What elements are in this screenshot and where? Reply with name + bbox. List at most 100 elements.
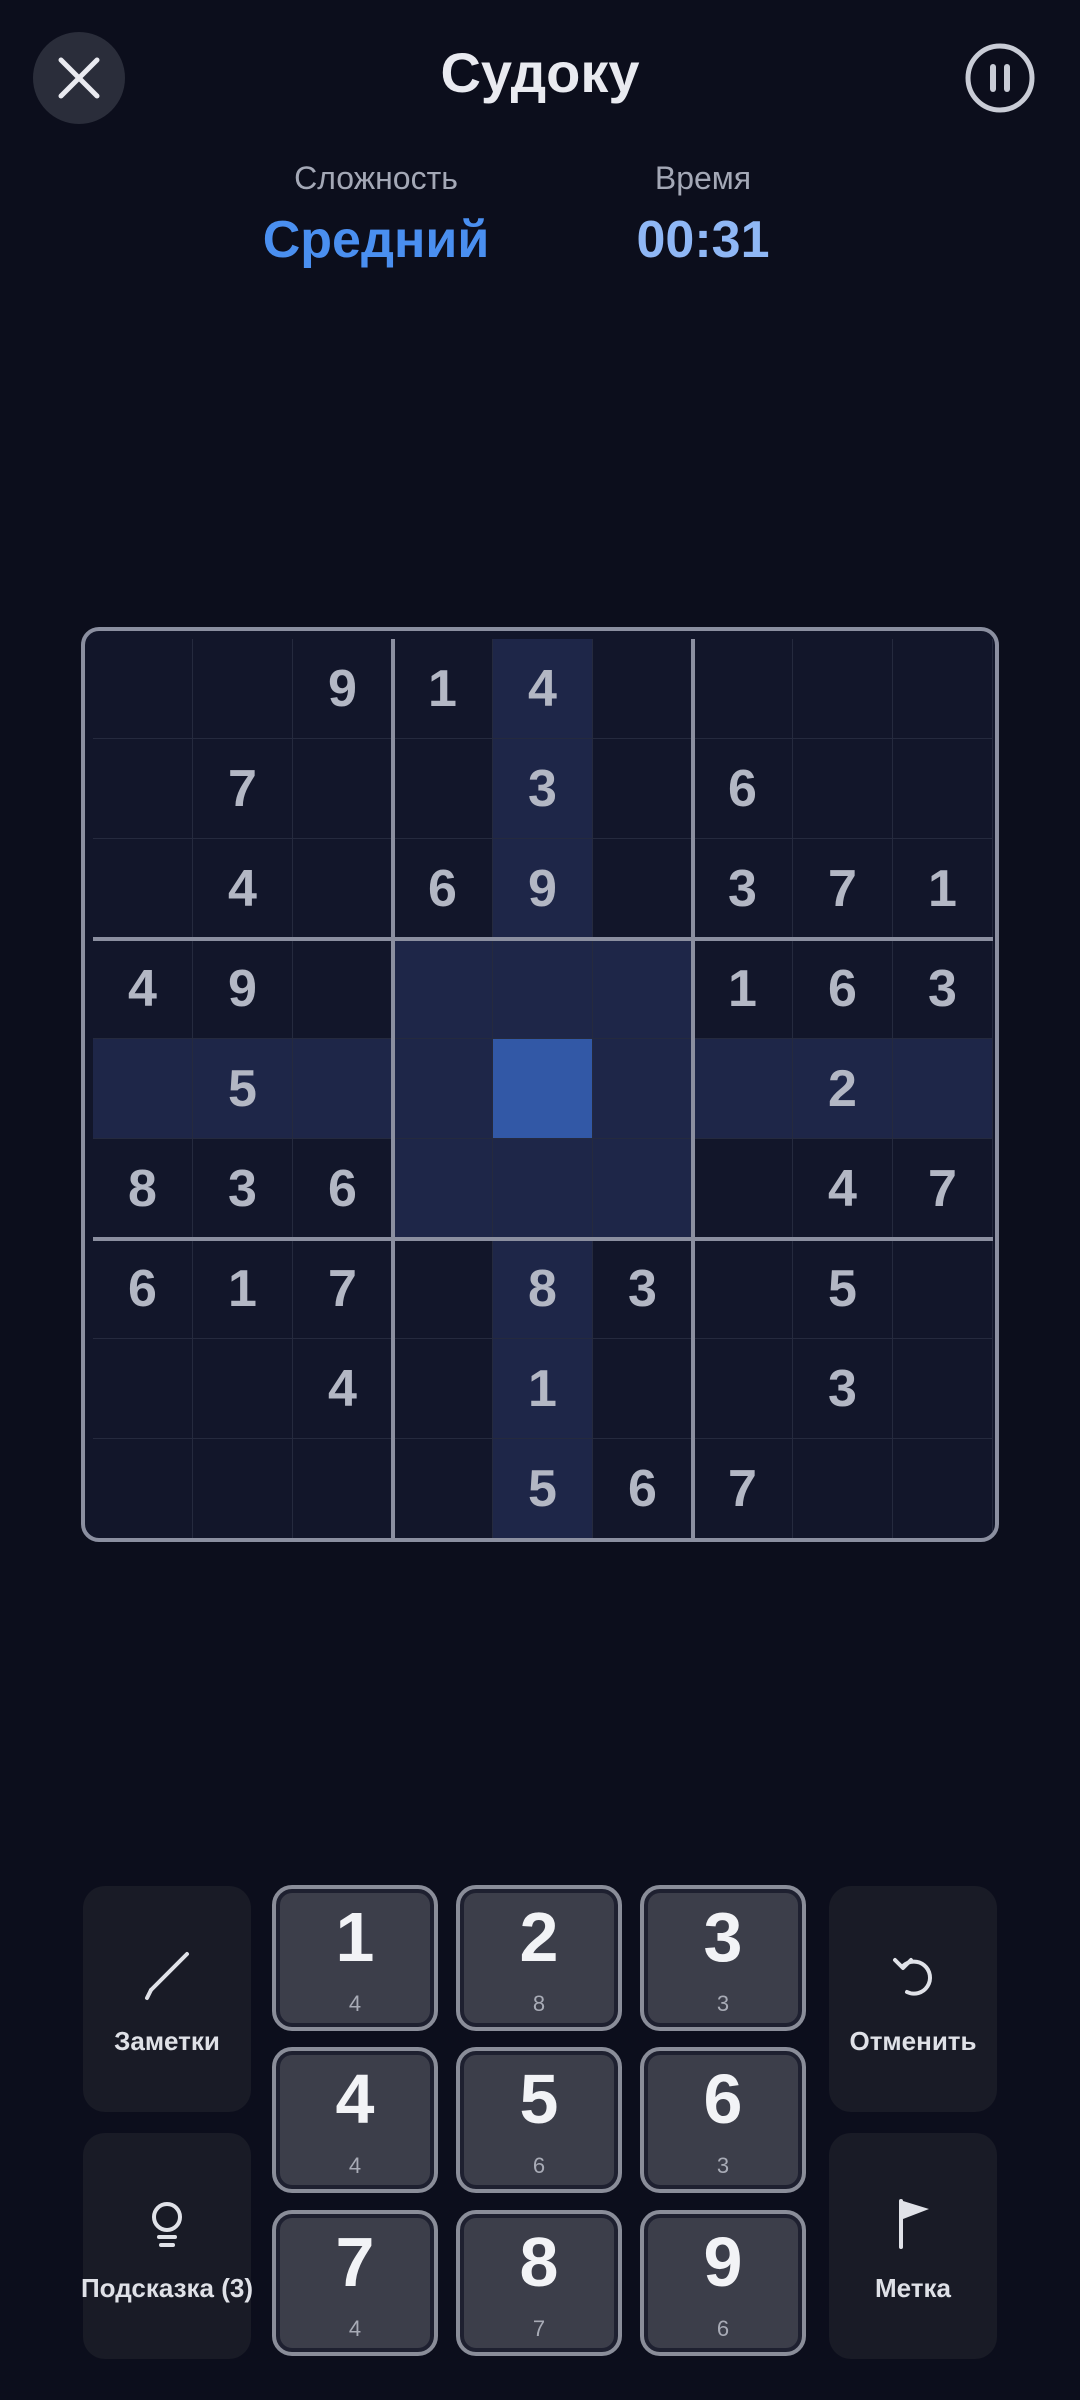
sudoku-cell[interactable] [193, 1439, 293, 1538]
sudoku-cell[interactable]: 2 [793, 1039, 893, 1139]
sudoku-cell[interactable] [393, 1439, 493, 1538]
timer-value: 00:31 [636, 211, 770, 269]
sudoku-cell[interactable] [693, 1039, 793, 1139]
number-button-5[interactable]: 56 [456, 2047, 622, 2193]
sudoku-cell[interactable]: 9 [193, 939, 293, 1039]
sudoku-cell[interactable]: 4 [493, 639, 593, 739]
sudoku-cell[interactable] [593, 939, 693, 1039]
sudoku-cell[interactable] [393, 1039, 493, 1139]
sudoku-cell[interactable]: 6 [93, 1239, 193, 1339]
number-button-6[interactable]: 63 [640, 2047, 806, 2193]
flag-button[interactable]: Метка [829, 2133, 997, 2359]
sudoku-cell[interactable] [893, 1339, 993, 1439]
sudoku-cell[interactable]: 5 [793, 1239, 893, 1339]
sudoku-cell[interactable]: 6 [793, 939, 893, 1039]
number-digit: 5 [519, 2060, 559, 2138]
sudoku-cell[interactable] [393, 939, 493, 1039]
sudoku-cell[interactable]: 4 [293, 1339, 393, 1439]
sudoku-cell[interactable] [693, 1339, 793, 1439]
undo-button[interactable]: Отменить [829, 1886, 997, 2112]
pause-button[interactable] [964, 42, 1036, 114]
sudoku-cell[interactable]: 6 [293, 1139, 393, 1239]
sudoku-cell[interactable] [493, 1039, 593, 1139]
sudoku-cell[interactable]: 1 [393, 639, 493, 739]
sudoku-cell[interactable] [693, 639, 793, 739]
sudoku-cell[interactable] [293, 1439, 393, 1538]
sudoku-cell[interactable]: 3 [893, 939, 993, 1039]
sudoku-cell[interactable] [893, 739, 993, 839]
sudoku-cell[interactable] [593, 1139, 693, 1239]
sudoku-cell[interactable] [593, 839, 693, 939]
sudoku-cell[interactable]: 6 [693, 739, 793, 839]
sudoku-cell[interactable]: 4 [93, 939, 193, 1039]
sudoku-cell[interactable] [493, 939, 593, 1039]
sudoku-cell[interactable] [793, 739, 893, 839]
number-remaining-count: 3 [716, 2153, 730, 2178]
sudoku-cell[interactable]: 7 [193, 739, 293, 839]
sudoku-cell[interactable]: 3 [693, 839, 793, 939]
sudoku-cell[interactable] [593, 1339, 693, 1439]
number-button-8[interactable]: 87 [456, 2210, 622, 2356]
sudoku-cell[interactable]: 1 [493, 1339, 593, 1439]
sudoku-cell[interactable] [93, 639, 193, 739]
undo-icon [893, 1958, 932, 1996]
sudoku-cell[interactable]: 5 [493, 1439, 593, 1538]
sudoku-cell[interactable]: 4 [793, 1139, 893, 1239]
sudoku-cell[interactable]: 1 [893, 839, 993, 939]
sudoku-cell[interactable] [93, 1439, 193, 1538]
sudoku-cell[interactable] [593, 739, 693, 839]
sudoku-cell[interactable]: 7 [793, 839, 893, 939]
sudoku-cell[interactable]: 3 [593, 1239, 693, 1339]
sudoku-cell[interactable] [193, 1339, 293, 1439]
sudoku-cell[interactable]: 8 [93, 1139, 193, 1239]
sudoku-cell[interactable]: 3 [793, 1339, 893, 1439]
sudoku-cell[interactable]: 4 [193, 839, 293, 939]
sudoku-cell[interactable]: 1 [193, 1239, 293, 1339]
number-button-7[interactable]: 74 [272, 2210, 438, 2356]
sudoku-cell[interactable] [93, 1039, 193, 1139]
sudoku-cell[interactable] [93, 739, 193, 839]
sudoku-cell[interactable] [393, 1239, 493, 1339]
sudoku-cell[interactable] [593, 639, 693, 739]
number-button-2[interactable]: 28 [456, 1885, 622, 2031]
sudoku-cell[interactable]: 3 [193, 1139, 293, 1239]
sudoku-cell[interactable] [893, 1239, 993, 1339]
sudoku-cell[interactable]: 7 [293, 1239, 393, 1339]
sudoku-cell[interactable] [193, 639, 293, 739]
sudoku-cell[interactable] [393, 739, 493, 839]
sudoku-cell[interactable] [893, 1039, 993, 1139]
notes-button[interactable]: Заметки [83, 1886, 251, 2112]
sudoku-cell[interactable]: 5 [193, 1039, 293, 1139]
sudoku-cell[interactable] [693, 1239, 793, 1339]
sudoku-cell[interactable] [293, 839, 393, 939]
sudoku-cell[interactable] [293, 739, 393, 839]
sudoku-cell[interactable] [793, 1439, 893, 1538]
sudoku-cell[interactable] [293, 1039, 393, 1139]
sudoku-cell[interactable]: 9 [493, 839, 593, 939]
sudoku-cell[interactable] [293, 939, 393, 1039]
number-button-9[interactable]: 96 [640, 2210, 806, 2356]
number-remaining-count: 8 [532, 1991, 546, 2016]
number-button-4[interactable]: 44 [272, 2047, 438, 2193]
sudoku-cell[interactable]: 1 [693, 939, 793, 1039]
hint-button[interactable]: Подсказка (3) [81, 2133, 253, 2359]
sudoku-cell[interactable] [393, 1339, 493, 1439]
sudoku-cell[interactable]: 8 [493, 1239, 593, 1339]
sudoku-cell[interactable] [93, 1339, 193, 1439]
sudoku-cell[interactable]: 6 [393, 839, 493, 939]
sudoku-cell[interactable] [493, 1139, 593, 1239]
sudoku-cell[interactable] [893, 639, 993, 739]
sudoku-cell[interactable] [593, 1039, 693, 1139]
sudoku-cell[interactable]: 7 [893, 1139, 993, 1239]
sudoku-cell[interactable]: 6 [593, 1439, 693, 1538]
sudoku-cell[interactable] [93, 839, 193, 939]
sudoku-cell[interactable] [893, 1439, 993, 1538]
sudoku-cell[interactable]: 9 [293, 639, 393, 739]
number-button-1[interactable]: 14 [272, 1885, 438, 2031]
sudoku-cell[interactable]: 7 [693, 1439, 793, 1538]
sudoku-cell[interactable] [793, 639, 893, 739]
sudoku-cell[interactable] [693, 1139, 793, 1239]
number-button-3[interactable]: 33 [640, 1885, 806, 2031]
sudoku-cell[interactable] [393, 1139, 493, 1239]
sudoku-cell[interactable]: 3 [493, 739, 593, 839]
